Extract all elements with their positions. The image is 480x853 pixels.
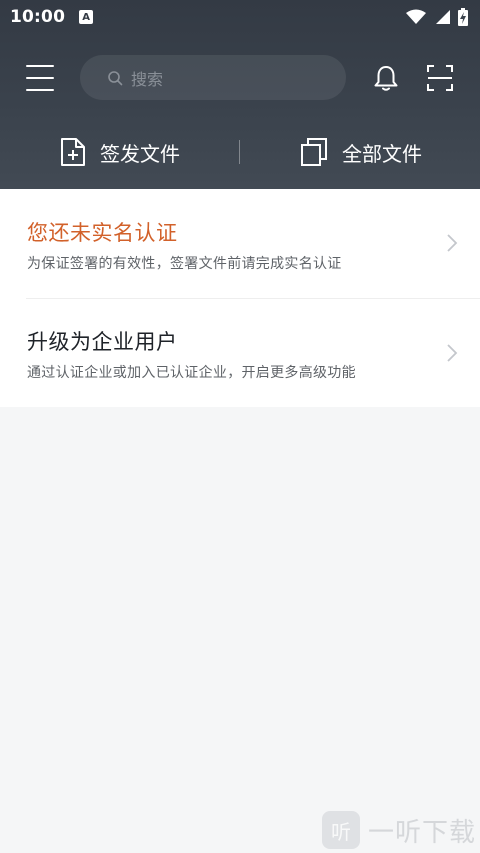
real-name-verify-card[interactable]: 您还未实名认证 为保证签署的有效性，签署文件前请完成实名认证 — [0, 189, 480, 299]
battery-icon — [458, 8, 468, 26]
all-documents-label: 全部文件 — [342, 141, 422, 166]
action-row: 签发文件 全部文件 — [0, 130, 480, 174]
upgrade-description: 通过认证企业或加入已认证企业，开启更多高级功能 — [27, 365, 356, 381]
upgrade-enterprise-card[interactable]: 升级为企业用户 通过认证企业或加入已认证企业，开启更多高级功能 — [0, 299, 480, 407]
issue-document-label: 签发文件 — [100, 141, 180, 166]
search-input[interactable]: 搜索 — [80, 55, 346, 100]
status-icons — [406, 8, 468, 26]
add-file-icon — [61, 138, 85, 166]
copy-files-icon — [301, 138, 327, 166]
watermark-logo: 听 — [322, 811, 360, 849]
scan-icon[interactable] — [426, 64, 454, 92]
status-time: 10:00 — [10, 7, 66, 27]
chevron-right-icon — [447, 234, 458, 252]
notification-a-icon: A — [79, 10, 94, 24]
watermark: 听 一听下载 — [322, 810, 476, 850]
all-documents-button[interactable]: 全部文件 — [300, 130, 422, 174]
verify-description: 为保证签署的有效性，签署文件前请完成实名认证 — [27, 256, 342, 272]
upgrade-title: 升级为企业用户 — [27, 330, 178, 354]
top-toolbar: 搜索 — [0, 54, 480, 102]
status-bar: 10:00 A — [0, 0, 480, 34]
menu-icon[interactable] — [26, 65, 54, 91]
search-icon — [108, 70, 123, 85]
action-divider — [239, 140, 240, 164]
chevron-right-icon — [447, 344, 458, 362]
verify-title: 您还未实名认证 — [27, 221, 178, 245]
issue-document-button[interactable]: 签发文件 — [60, 130, 180, 174]
signal-icon — [436, 10, 450, 24]
wifi-icon — [406, 9, 426, 24]
bell-icon[interactable] — [372, 64, 400, 92]
search-placeholder: 搜索 — [131, 69, 164, 89]
header: 10:00 A 搜索 签发文件 全部文件 — [0, 0, 480, 189]
watermark-text: 一听下载 — [368, 817, 477, 848]
